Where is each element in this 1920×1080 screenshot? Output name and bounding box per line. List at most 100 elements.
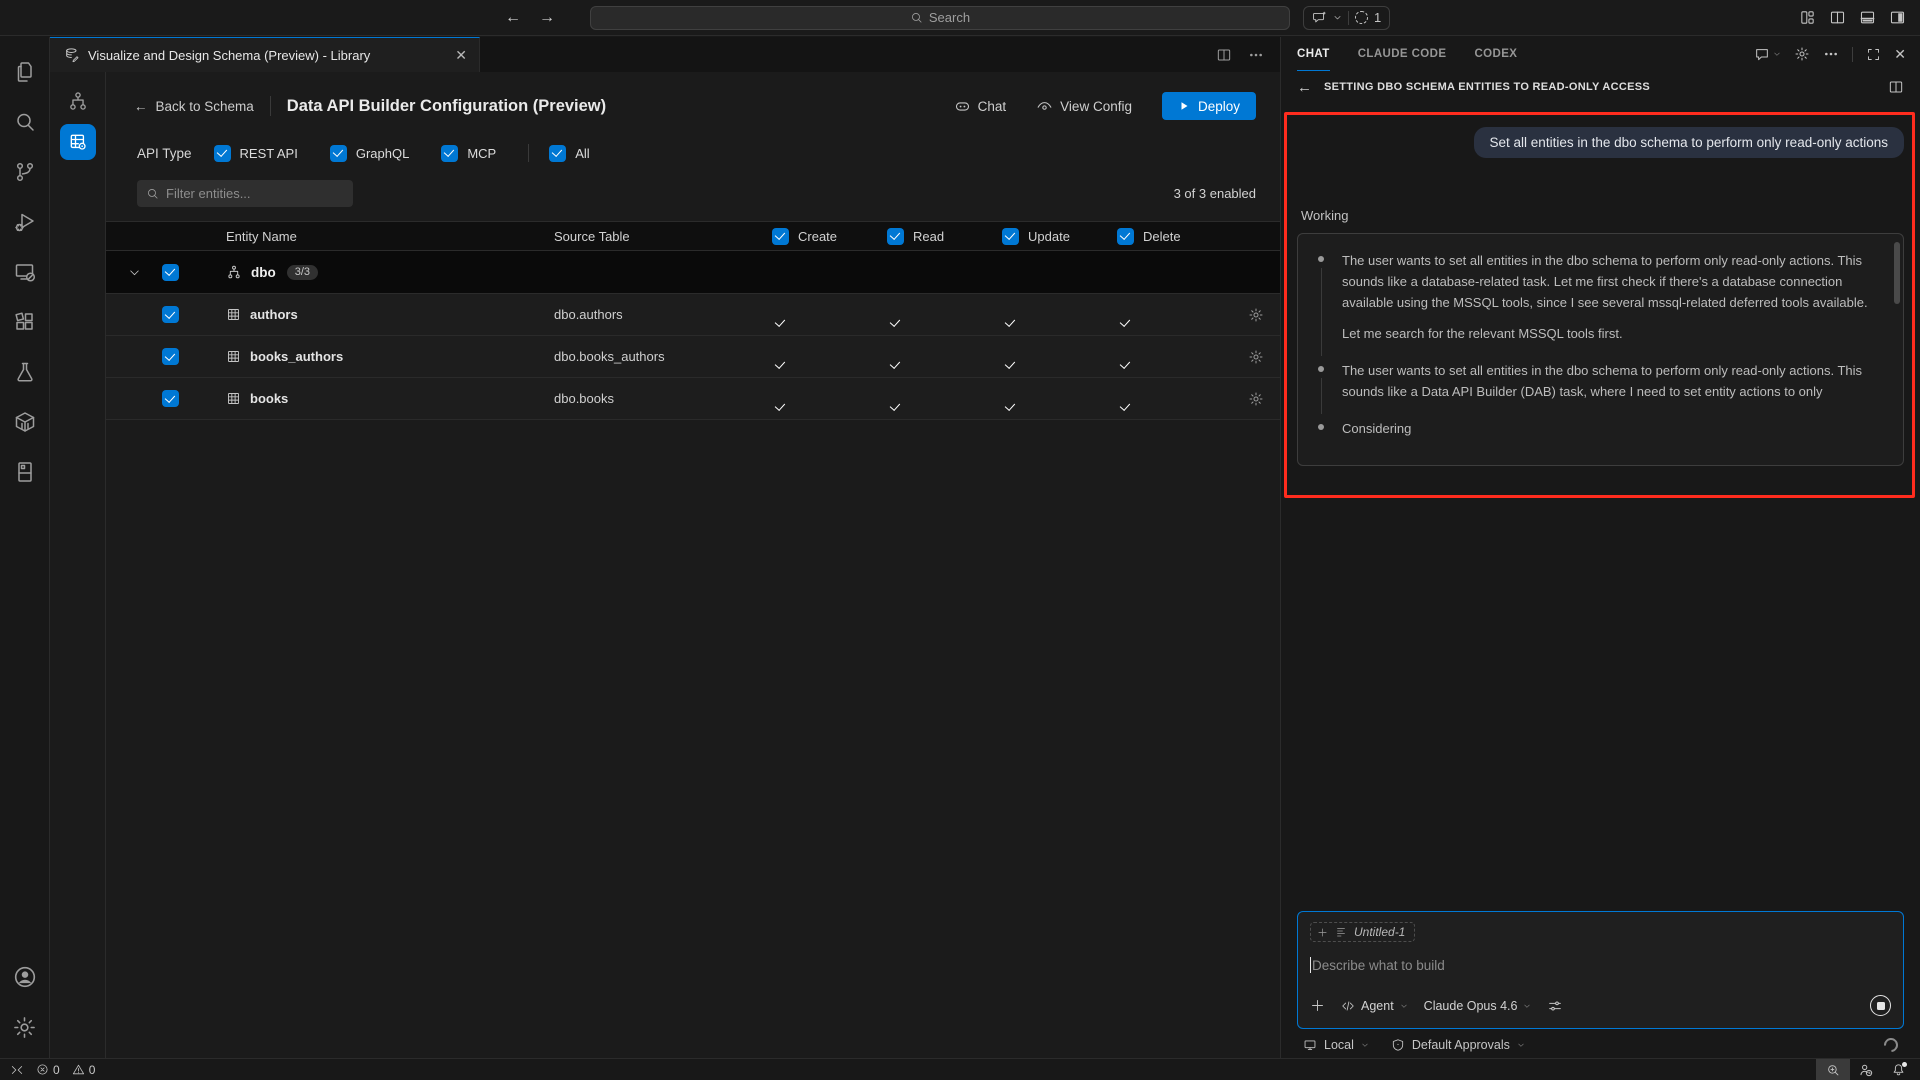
notifications-bell-button[interactable] [1882, 1059, 1914, 1080]
container-icon[interactable] [1, 397, 49, 447]
row-checkbox[interactable] [162, 348, 179, 365]
more-actions-icon[interactable] [1248, 47, 1264, 63]
row-checkbox[interactable] [162, 390, 179, 407]
thinking-entry: Considering [1314, 418, 1887, 439]
source-control-icon[interactable] [1, 147, 49, 197]
api-builder-config-button[interactable] [60, 124, 96, 160]
zoom-in-icon [1826, 1063, 1840, 1077]
tools-sliders-icon[interactable] [1547, 998, 1563, 1014]
toggle-secondary-sidebar-icon[interactable] [1889, 9, 1906, 26]
search-view-icon[interactable] [1, 97, 49, 147]
accounts-icon[interactable] [1, 952, 49, 1002]
view-config-button[interactable]: View Config [1036, 98, 1132, 115]
problems-errors[interactable]: 0 [36, 1063, 60, 1077]
database-projects-icon[interactable] [1, 447, 49, 497]
read-all-checkbox[interactable] [887, 228, 904, 245]
problems-warnings[interactable]: 0 [72, 1063, 96, 1077]
update-all-checkbox[interactable] [1002, 228, 1019, 245]
approvals-picker[interactable]: Default Approvals [1391, 1038, 1525, 1052]
search-input[interactable]: Search [590, 6, 1290, 30]
toggle-panel-icon[interactable] [1859, 9, 1876, 26]
deploy-button[interactable]: Deploy [1162, 92, 1256, 120]
chevron-down-icon [1517, 1041, 1525, 1049]
table-row[interactable]: books_authors dbo.books_authors [106, 336, 1280, 378]
chat-button[interactable]: Chat [954, 98, 1007, 115]
nav-forward-icon[interactable]: → [539, 9, 555, 27]
explorer-icon[interactable] [1, 47, 49, 97]
maximize-icon[interactable] [1866, 47, 1881, 62]
environment-picker[interactable]: Local [1303, 1038, 1369, 1052]
new-chat-button[interactable] [1754, 46, 1781, 62]
comment-icon [1754, 46, 1770, 62]
col-source-table: Source Table [522, 229, 772, 244]
zoom-status-button[interactable] [1816, 1059, 1850, 1080]
chat-text-input[interactable]: Describe what to build [1310, 957, 1891, 973]
editor-tab[interactable]: Visualize and Design Schema (Preview) - … [50, 37, 480, 72]
copilot-badge[interactable]: 1 [1303, 6, 1390, 30]
chevron-expand-icon[interactable] [128, 266, 141, 279]
schema-group-row[interactable]: dbo 3/3 [106, 251, 1280, 294]
testing-icon[interactable] [1, 347, 49, 397]
tab-codex[interactable]: CODEX [1474, 37, 1517, 71]
thinking-entry: The user wants to set all entities in th… [1314, 360, 1887, 402]
graphql-checkbox[interactable] [330, 145, 347, 162]
chat-settings-gear-icon[interactable] [1794, 46, 1810, 62]
remote-explorer-icon[interactable] [1, 247, 49, 297]
add-context-icon [1317, 927, 1328, 938]
all-checkbox[interactable] [549, 145, 566, 162]
stop-button[interactable] [1870, 995, 1891, 1016]
api-option-rest[interactable]: REST API [214, 145, 298, 162]
monitor-icon [1303, 1038, 1317, 1052]
notification-dot [1902, 1062, 1907, 1067]
delete-all-checkbox[interactable] [1117, 228, 1134, 245]
table-row[interactable]: authors dbo.authors [106, 294, 1280, 336]
run-debug-icon[interactable] [1, 197, 49, 247]
context-chip[interactable]: Untitled-1 [1310, 922, 1415, 942]
api-option-all[interactable]: All [549, 145, 589, 162]
session-back-icon[interactable]: ← [1297, 79, 1312, 96]
split-editor-action-icon[interactable] [1216, 47, 1232, 63]
schema-designer-icon[interactable] [67, 90, 89, 112]
rest-api-checkbox[interactable] [214, 145, 231, 162]
create-all-checkbox[interactable] [772, 228, 789, 245]
row-settings-icon[interactable] [1248, 391, 1264, 407]
api-option-mcp[interactable]: MCP [441, 145, 496, 162]
nav-back-icon[interactable]: ← [505, 9, 521, 27]
api-option-graphql[interactable]: GraphQL [330, 145, 409, 162]
extensions-icon[interactable] [1, 297, 49, 347]
copilot-icon [954, 98, 971, 115]
thinking-box[interactable]: The user wants to set all entities in th… [1297, 233, 1904, 466]
filter-entities-input[interactable]: Filter entities... [137, 180, 353, 207]
close-panel-icon[interactable]: ✕ [1894, 46, 1906, 63]
tab-close-icon[interactable]: ✕ [455, 47, 467, 64]
chat-conversation: Set all entities in the dbo schema to pe… [1281, 103, 1920, 868]
chevron-down-icon [1400, 1002, 1408, 1010]
session-title: SETTING DBO SCHEMA ENTITIES TO READ-ONLY… [1324, 81, 1650, 93]
table-icon [226, 391, 241, 406]
filter-placeholder: Filter entities... [166, 186, 251, 201]
back-to-schema-link[interactable]: ← Back to Schema [134, 99, 254, 114]
mcp-checkbox[interactable] [441, 145, 458, 162]
table-row[interactable]: books dbo.books [106, 378, 1280, 420]
attach-plus-icon[interactable] [1310, 998, 1325, 1013]
row-settings-icon[interactable] [1248, 349, 1264, 365]
tab-chat[interactable]: CHAT [1297, 37, 1330, 71]
chat-more-icon[interactable] [1823, 46, 1839, 62]
split-editor-icon[interactable] [1829, 9, 1846, 26]
customize-layout-icon[interactable] [1799, 9, 1816, 26]
tab-claude-code[interactable]: CLAUDE CODE [1358, 37, 1447, 71]
row-checkbox[interactable] [162, 306, 179, 323]
thinking-scrollbar[interactable] [1894, 242, 1900, 304]
mode-picker[interactable]: Agent [1341, 999, 1408, 1013]
accounts-status-button[interactable] [1850, 1059, 1882, 1080]
chat-input-box[interactable]: Untitled-1 Describe what to build Agent … [1297, 911, 1904, 1029]
session-split-icon[interactable] [1888, 79, 1904, 95]
warning-icon [72, 1063, 85, 1076]
row-settings-icon[interactable] [1248, 307, 1264, 323]
group-checkbox[interactable] [162, 264, 179, 281]
remote-indicator-icon[interactable] [10, 1063, 24, 1077]
settings-gear-icon[interactable] [1, 1002, 49, 1052]
thinking-entry: The user wants to set all entities in th… [1314, 250, 1887, 344]
eye-icon [1036, 98, 1053, 115]
model-picker[interactable]: Claude Opus 4.6 [1424, 999, 1532, 1013]
